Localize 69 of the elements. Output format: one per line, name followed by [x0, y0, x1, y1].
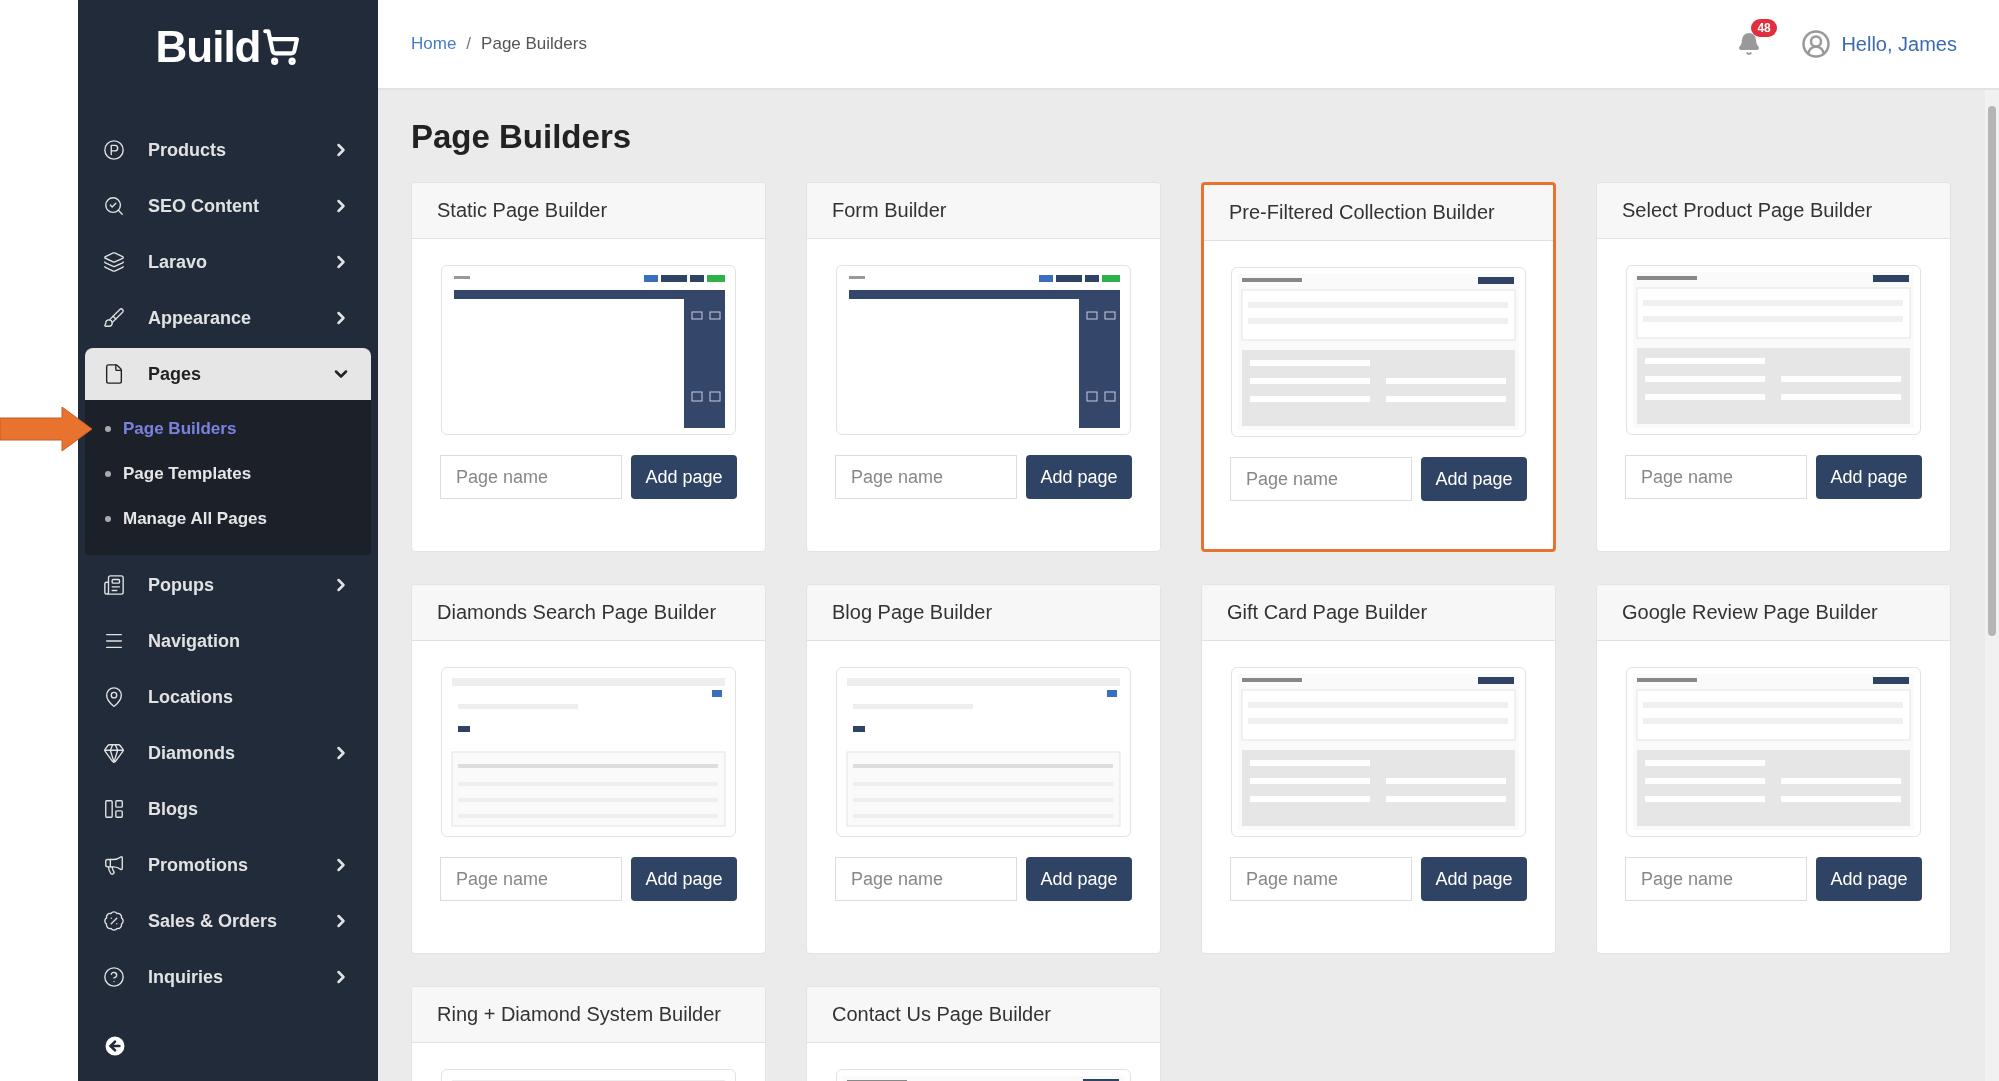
card-title: Ring + Diamond System Builder — [437, 1003, 721, 1026]
page-name-field[interactable]: Page name — [440, 455, 622, 499]
add-page-button[interactable]: Add page — [1816, 455, 1922, 499]
sidebar-item[interactable]: Popups — [85, 559, 371, 611]
add-page-button[interactable]: Add page — [631, 455, 737, 499]
sidebar-item[interactable]: Navigation — [85, 615, 371, 667]
notepad-icon — [103, 574, 125, 596]
breadcrumb-separator: / — [466, 34, 472, 54]
collapse-icon[interactable] — [102, 1033, 128, 1059]
card-title: Contact Us Page Builder — [832, 1003, 1051, 1026]
page-name-field[interactable]: Page name — [1230, 457, 1412, 501]
search-icon — [103, 195, 125, 217]
sidebar-item[interactable]: Locations — [85, 671, 371, 723]
sidebar-item[interactable]: Appearance — [85, 292, 371, 344]
percent-badge-icon — [103, 910, 125, 932]
card-title: Gift Card Page Builder — [1227, 601, 1428, 624]
add-page-button[interactable]: Add page — [631, 857, 737, 901]
sidebar-item[interactable]: Laravo — [85, 236, 371, 288]
sidebar-item[interactable]: Inquiries — [85, 951, 371, 1003]
bullet-icon — [105, 470, 111, 477]
user-menu[interactable]: Hello, James — [1801, 29, 1957, 59]
bullet-icon — [105, 425, 111, 432]
card-title: Diamonds Search Page Builder — [437, 601, 717, 624]
page-name-field[interactable]: Page name — [1230, 857, 1412, 901]
layers-icon — [103, 251, 125, 273]
user-avatar-icon — [1801, 29, 1832, 59]
card-title: Form Builder — [832, 199, 947, 222]
scrollbar[interactable] — [1985, 90, 1999, 1081]
sidebar-item[interactable]: Pages — [85, 348, 371, 400]
submenu-item[interactable]: Page Templates — [123, 463, 252, 484]
brush-icon — [103, 307, 125, 329]
card-title: Static Page Builder — [437, 199, 608, 222]
megaphone-icon — [103, 854, 125, 876]
add-page-button[interactable]: Add page — [1421, 457, 1527, 501]
breadcrumb-link[interactable]: Home — [411, 34, 457, 54]
help-icon — [103, 966, 125, 988]
sidebar-item[interactable]: SEO Content — [85, 180, 371, 232]
page-name-field[interactable]: Page name — [835, 857, 1017, 901]
page-title: Page Builders — [411, 118, 633, 156]
card-title: Select Product Page Builder — [1622, 199, 1873, 222]
notification-count: 48 — [1751, 19, 1777, 37]
page-name-field[interactable]: Page name — [440, 857, 622, 901]
map-pin-icon — [103, 686, 125, 708]
add-page-button[interactable]: Add page — [1026, 857, 1132, 901]
submenu-item[interactable]: Manage All Pages — [123, 508, 267, 529]
sidebar-item[interactable]: Blogs — [85, 783, 371, 835]
sidebar-item[interactable]: Diamonds — [85, 727, 371, 779]
logo[interactable]: Build — [78, 22, 378, 72]
page-name-field[interactable]: Page name — [835, 455, 1017, 499]
sidebar-item[interactable]: Sales & Orders — [85, 895, 371, 947]
cart-icon — [262, 28, 301, 66]
page-name-field[interactable]: Page name — [1625, 857, 1807, 901]
add-page-button[interactable]: Add page — [1816, 857, 1922, 901]
page-name-field[interactable]: Page name — [1625, 455, 1807, 499]
layout-icon — [103, 798, 125, 820]
card-title: Pre-Filtered Collection Builder — [1229, 201, 1495, 224]
add-page-button[interactable]: Add page — [1421, 857, 1527, 901]
add-page-button[interactable]: Add page — [1026, 455, 1132, 499]
gem-icon — [103, 742, 125, 764]
card-title: Google Review Page Builder — [1622, 601, 1878, 624]
card-title: Blog Page Builder — [832, 601, 993, 624]
sidebar-item[interactable]: Products — [85, 124, 371, 176]
breadcrumb-current: Page Builders — [481, 34, 587, 54]
submenu-item[interactable]: Page Builders — [123, 418, 237, 439]
file-icon — [103, 363, 125, 385]
bullet-icon — [105, 515, 111, 522]
notification-bell-icon[interactable] — [1737, 32, 1762, 56]
sidebar-item[interactable]: Promotions — [85, 839, 371, 891]
parking-circle-icon — [103, 139, 125, 161]
